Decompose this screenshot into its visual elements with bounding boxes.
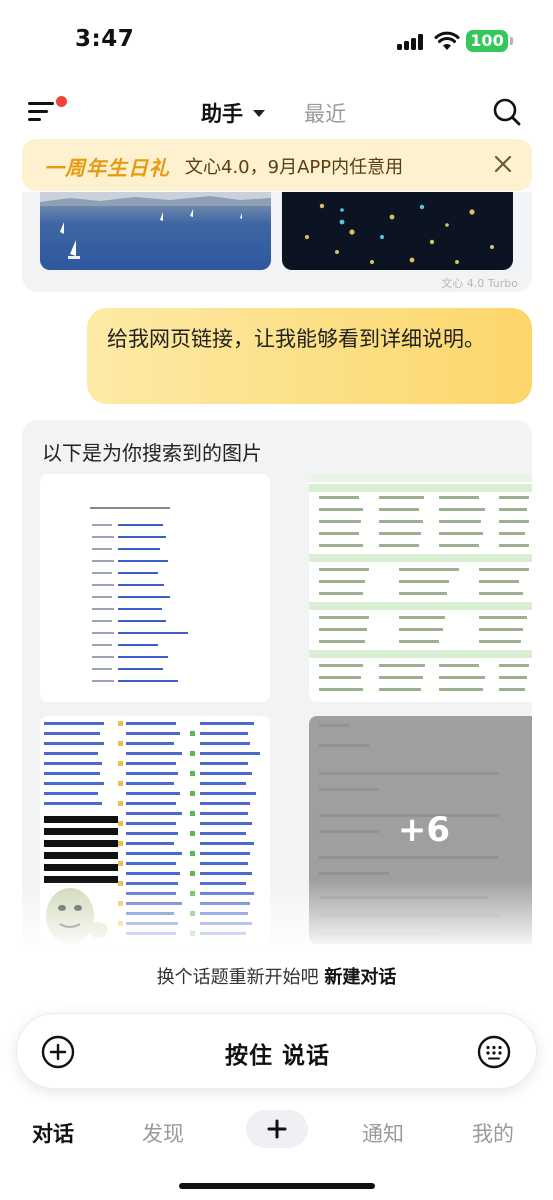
model-tag: 文心 4.0 Turbo — [441, 277, 518, 290]
create-button[interactable] — [246, 1110, 308, 1148]
user-message-bubble[interactable]: 给我网页链接，让我能够看到详细说明。 — [87, 308, 532, 404]
tab-recent[interactable]: 最近 — [304, 98, 346, 128]
tab-notifications[interactable]: 通知 — [362, 1118, 404, 1148]
previous-reply-card: 文心 4.0 Turbo — [22, 192, 532, 292]
user-message-text: 给我网页链接，让我能够看到详细说明。 — [107, 327, 485, 351]
promo-banner[interactable]: 一周年生日礼 文心4.0，9月APP内任意用 — [22, 139, 532, 191]
status-time: 3:47 — [75, 26, 135, 52]
menu-icon[interactable] — [28, 100, 58, 124]
close-icon[interactable] — [492, 153, 514, 175]
tab-discover[interactable]: 发现 — [142, 1118, 184, 1148]
reply-title: 以下是为你搜索到的图片 — [42, 441, 262, 465]
new-chat-link[interactable]: 新建对话 — [324, 967, 396, 988]
voice-input-bar[interactable]: 按住 说话 — [16, 1013, 537, 1089]
image-result-2[interactable] — [309, 474, 532, 702]
status-bar: 3:47 100 — [0, 0, 553, 82]
chat-screen: 3:47 100 助手 最近 一周年生日礼 文心4.0，9月APP内任意用 文心… — [0, 0, 553, 1200]
tab-chat[interactable]: 对话 — [32, 1118, 74, 1148]
plus-icon — [267, 1119, 287, 1139]
top-navigation: 助手 最近 — [0, 86, 553, 138]
bottom-tab-bar: 对话 发现 通知 我的 — [0, 1100, 553, 1162]
promo-text: 文心4.0，9月APP内任意用 — [185, 157, 404, 178]
search-icon[interactable] — [492, 97, 522, 127]
wifi-icon — [434, 31, 460, 50]
restart-hint-text: 换个话题重新开始吧 — [156, 967, 319, 988]
tab-me[interactable]: 我的 — [472, 1118, 514, 1148]
scroll-fade — [0, 880, 553, 960]
promo-tag: 一周年生日礼 — [44, 156, 170, 180]
restart-hint: 换个话题重新开始吧 新建对话 — [0, 963, 553, 989]
sea-image[interactable] — [40, 192, 271, 270]
image-result-1[interactable] — [40, 474, 270, 702]
battery-icon: 100 — [466, 30, 513, 52]
reply-card: 以下是为你搜索到的图片 +6 — [22, 420, 532, 960]
night-map-image[interactable] — [282, 192, 513, 270]
hold-to-talk-button[interactable]: 按住 说话 — [17, 1036, 538, 1070]
cellular-signal-icon — [397, 34, 425, 50]
keyboard-icon[interactable] — [477, 1035, 511, 1069]
chevron-down-icon[interactable] — [253, 110, 265, 117]
notification-dot — [56, 96, 67, 107]
home-indicator — [179, 1183, 375, 1189]
tab-assistant[interactable]: 助手 — [201, 98, 243, 128]
